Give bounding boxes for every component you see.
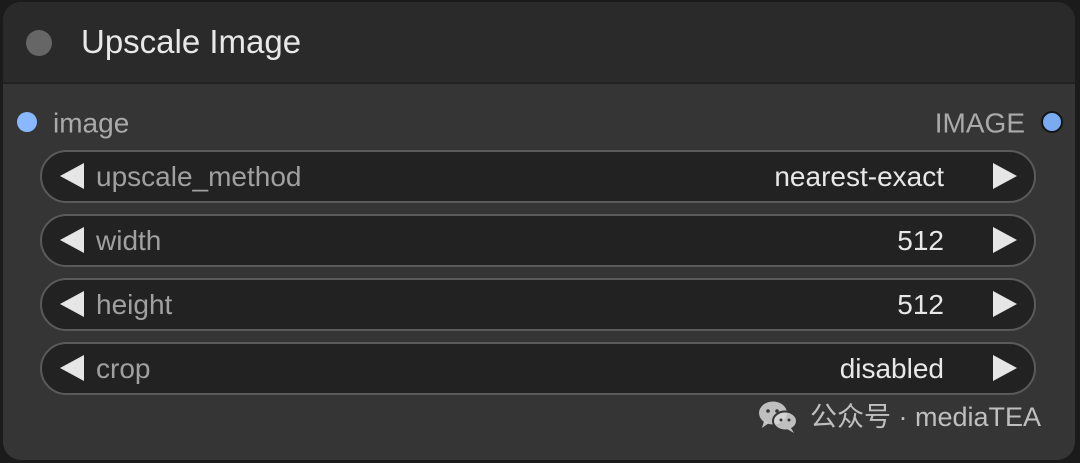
widget-value[interactable]: disabled bbox=[840, 344, 944, 393]
widget-upscale-method[interactable]: upscale_method nearest-exact bbox=[40, 150, 1036, 203]
widget-value[interactable]: 512 bbox=[897, 216, 944, 265]
node-header[interactable]: Upscale Image bbox=[3, 2, 1075, 84]
output-slot-image[interactable]: IMAGE bbox=[935, 102, 1063, 142]
widget-value[interactable]: nearest-exact bbox=[774, 152, 944, 201]
node-collapse-dot[interactable] bbox=[26, 30, 52, 56]
decrement-arrow-icon[interactable] bbox=[60, 163, 84, 189]
output-slot-label: IMAGE bbox=[934, 107, 1025, 139]
widget-value[interactable]: 512 bbox=[897, 280, 944, 329]
decrement-arrow-icon[interactable] bbox=[60, 355, 84, 381]
widget-label: crop bbox=[96, 353, 151, 384]
decrement-arrow-icon[interactable] bbox=[60, 227, 84, 253]
node-title: Upscale Image bbox=[81, 23, 302, 60]
increment-arrow-icon[interactable] bbox=[993, 355, 1017, 381]
widget-label: width bbox=[96, 225, 162, 256]
increment-arrow-icon[interactable] bbox=[993, 163, 1017, 189]
increment-arrow-icon[interactable] bbox=[993, 291, 1017, 317]
increment-arrow-icon[interactable] bbox=[993, 227, 1017, 253]
widget-label: upscale_method bbox=[96, 161, 302, 192]
decrement-arrow-icon[interactable] bbox=[60, 291, 84, 317]
widget-width[interactable]: width 512 bbox=[40, 214, 1036, 267]
wechat-icon bbox=[758, 401, 798, 433]
watermark-text: 公众号 · mediaTEA bbox=[809, 402, 1041, 432]
widget-height[interactable]: height 512 bbox=[40, 278, 1036, 331]
watermark: 公众号 · mediaTEA bbox=[758, 398, 1041, 436]
input-slot-label: image bbox=[53, 107, 130, 139]
upscale-image-node[interactable]: Upscale Image image IMAGE upscale_method… bbox=[3, 2, 1075, 460]
output-slot-dot[interactable] bbox=[1041, 110, 1063, 133]
input-slot-dot[interactable] bbox=[17, 111, 37, 132]
widget-label: height bbox=[96, 289, 173, 320]
widget-crop[interactable]: crop disabled bbox=[40, 342, 1036, 395]
input-slot-image[interactable]: image bbox=[17, 102, 129, 142]
